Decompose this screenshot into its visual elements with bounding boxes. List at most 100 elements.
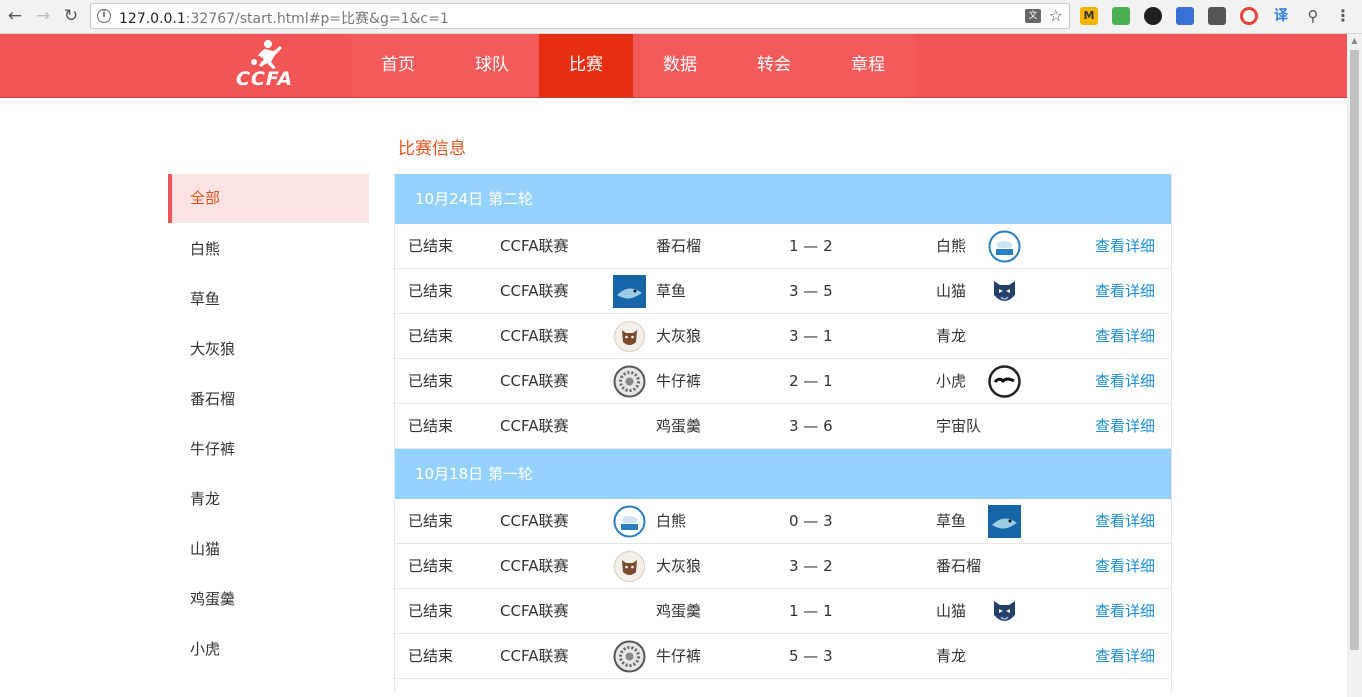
match-row-partial [395, 679, 1171, 693]
reload-icon[interactable]: ↻ [60, 5, 82, 27]
bookmark-star-icon[interactable]: ☆ [1049, 6, 1063, 25]
view-detail-link[interactable]: 查看详细 [1095, 544, 1155, 589]
away-team-name[interactable]: 山猫 [936, 589, 966, 634]
match-row: 已结束 CCFA联赛 番石榴 1 — 2 白熊 查看详细 [395, 224, 1171, 269]
sidebar-item-1[interactable]: 白熊 [168, 224, 369, 274]
view-detail-link[interactable]: 查看详细 [1095, 499, 1155, 544]
away-team-name[interactable]: 番石榴 [936, 544, 981, 589]
nav-item-2[interactable]: 比赛 [539, 34, 633, 97]
away-team-name[interactable]: 草鱼 [936, 499, 966, 544]
nav-item-4[interactable]: 转会 [727, 34, 821, 97]
lynx-team-badge-icon [988, 595, 1021, 628]
away-team-name[interactable]: 小虎 [936, 359, 966, 404]
view-detail-link[interactable]: 查看详细 [1095, 404, 1155, 449]
view-detail-link[interactable]: 查看详细 [1095, 269, 1155, 314]
extension-translate-icon[interactable]: 译 [1272, 7, 1290, 25]
match-league: CCFA联赛 [500, 237, 569, 255]
sidebar-item-8[interactable]: 鸡蛋羹 [168, 574, 369, 624]
logo-text[interactable]: CCFA [236, 68, 293, 90]
match-score: 5 — 3 [789, 647, 833, 665]
away-team-name[interactable]: 青龙 [936, 634, 966, 679]
sidebar-item-4[interactable]: 番石榴 [168, 374, 369, 424]
extension-puzzle-icon[interactable] [1208, 7, 1226, 25]
sidebar-item-3[interactable]: 大灰狼 [168, 324, 369, 374]
away-team-name[interactable]: 青龙 [936, 314, 966, 359]
match-score: 3 — 5 [789, 282, 833, 300]
match-status: 已结束 [408, 602, 454, 620]
browser-menu-icon[interactable]: ⋮ [1334, 7, 1352, 25]
match-score: 3 — 6 [789, 417, 833, 435]
home-team-name[interactable]: 大灰狼 [656, 544, 701, 589]
home-team-name[interactable]: 番石榴 [656, 224, 701, 269]
site-header: CCFA 首页 球队 比赛 数据 转会 章程 [0, 34, 1347, 98]
home-team-name[interactable]: 大灰狼 [656, 314, 701, 359]
away-team-name[interactable]: 山猫 [936, 269, 966, 314]
view-detail-link[interactable]: 查看详细 [1095, 634, 1155, 679]
match-league: CCFA联赛 [500, 372, 569, 390]
shark-team-badge-icon [613, 275, 646, 308]
extension-color-icon[interactable] [1112, 7, 1130, 25]
info-icon[interactable]: i [97, 9, 111, 23]
bear-team-badge-icon [988, 230, 1021, 263]
team-filter-sidebar: 全部 白熊 草鱼 大灰狼 番石榴 牛仔裤 青龙 山猫 鸡蛋羹 小虎 [168, 174, 369, 674]
nav-item-0[interactable]: 首页 [351, 34, 445, 97]
match-status: 已结束 [408, 557, 454, 575]
match-row: 已结束 CCFA联赛 草鱼 3 — 5 山猫 查看详细 [395, 269, 1171, 314]
match-league: CCFA联赛 [500, 602, 569, 620]
match-league: CCFA联赛 [500, 557, 569, 575]
extension-circle-icon[interactable] [1144, 7, 1162, 25]
page-scrollbar[interactable]: ▲ [1347, 34, 1362, 697]
match-row: 已结束 CCFA联赛 鸡蛋羹 3 — 6 宇宙队 查看详细 [395, 404, 1171, 449]
away-team-name[interactable]: 白熊 [936, 224, 966, 269]
view-detail-link[interactable]: 查看详细 [1095, 359, 1155, 404]
sidebar-item-5[interactable]: 牛仔裤 [168, 424, 369, 474]
sidebar-item-9[interactable]: 小虎 [168, 624, 369, 674]
match-status: 已结束 [408, 237, 454, 255]
nav-item-3[interactable]: 数据 [633, 34, 727, 97]
back-icon[interactable]: ← [4, 5, 26, 27]
view-detail-link[interactable]: 查看详细 [1095, 314, 1155, 359]
shark-team-badge-icon [988, 505, 1021, 538]
match-row: 已结束 CCFA联赛 大灰狼 3 — 1 青龙 查看详细 [395, 314, 1171, 359]
match-league: CCFA联赛 [500, 327, 569, 345]
scroll-up-icon[interactable]: ▲ [1350, 36, 1359, 45]
view-detail-link[interactable]: 查看详细 [1095, 224, 1155, 269]
extension-m-icon[interactable]: M [1080, 7, 1098, 25]
address-bar[interactable]: i 127.0.0.1:32767/start.html#p=比赛&g=1&c=… [90, 3, 1070, 29]
home-team-name[interactable]: 鸡蛋羹 [656, 404, 701, 449]
url-text[interactable]: 127.0.0.1:32767/start.html#p=比赛&g=1&c=1 [119, 8, 449, 28]
scrollbar-thumb[interactable] [1350, 50, 1359, 650]
match-row: 已结束 CCFA联赛 鸡蛋羹 1 — 1 山猫 查看详细 [395, 589, 1171, 634]
browser-toolbar: ← → ↻ i 127.0.0.1:32767/start.html#p=比赛&… [0, 0, 1362, 34]
match-score: 1 — 2 [789, 237, 833, 255]
home-team-name[interactable]: 鸡蛋羹 [656, 589, 701, 634]
home-team-name[interactable]: 白熊 [656, 499, 686, 544]
nav-item-5[interactable]: 章程 [821, 34, 915, 97]
view-detail-link[interactable]: 查看详细 [1095, 589, 1155, 634]
extension-search-icon[interactable]: ⚲ [1304, 7, 1322, 25]
round-header: 10月18日 第一轮 [395, 449, 1171, 499]
sidebar-item-7[interactable]: 山猫 [168, 524, 369, 574]
match-score: 1 — 1 [789, 602, 833, 620]
away-team-name[interactable]: 宇宙队 [936, 404, 981, 449]
translate-icon[interactable]: 文 [1025, 9, 1041, 23]
match-status: 已结束 [408, 417, 454, 435]
sidebar-item-0[interactable]: 全部 [168, 174, 369, 223]
url-host: 127.0.0.1 [119, 11, 186, 27]
forward-icon[interactable]: → [32, 5, 54, 27]
match-row: 已结束 CCFA联赛 牛仔裤 5 — 3 青龙 查看详细 [395, 634, 1171, 679]
home-team-name[interactable]: 草鱼 [656, 269, 686, 314]
sidebar-item-2[interactable]: 草鱼 [168, 274, 369, 324]
extension-window-icon[interactable] [1176, 7, 1194, 25]
home-team-name[interactable]: 牛仔裤 [656, 359, 701, 404]
wolf-team-badge-icon [613, 550, 646, 583]
home-team-name[interactable]: 牛仔裤 [656, 634, 701, 679]
tiger-team-badge-icon [988, 365, 1021, 398]
bear-team-badge-icon [613, 505, 646, 538]
match-league: CCFA联赛 [500, 512, 569, 530]
extension-chrome-icon[interactable] [1240, 7, 1258, 25]
sidebar-item-6[interactable]: 青龙 [168, 474, 369, 524]
round-header: 10月24日 第二轮 [395, 174, 1171, 224]
nav-item-1[interactable]: 球队 [445, 34, 539, 97]
match-status: 已结束 [408, 282, 454, 300]
